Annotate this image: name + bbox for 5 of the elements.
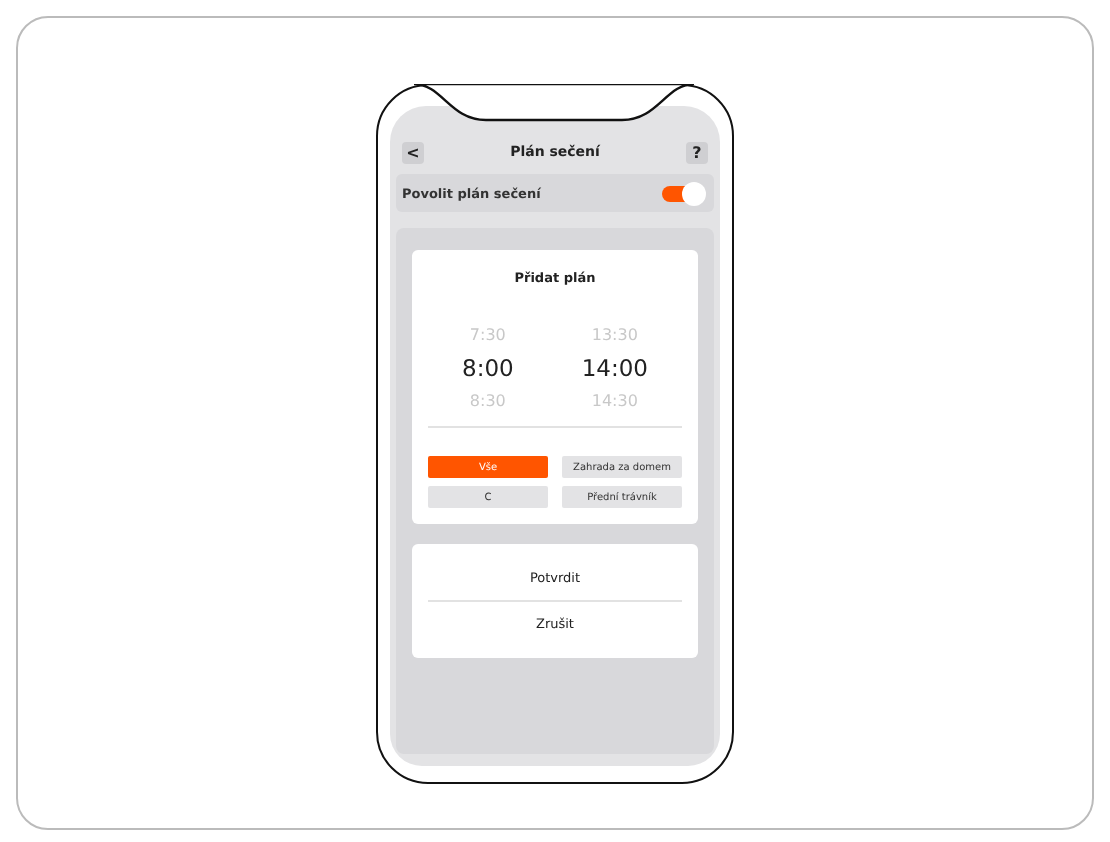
help-button[interactable]: ? [686,141,708,163]
time-option[interactable]: 8:00 [462,354,514,382]
toggle-switch[interactable] [662,185,702,201]
time-option[interactable]: 14:00 [581,354,648,382]
back-button[interactable]: < [402,141,424,163]
